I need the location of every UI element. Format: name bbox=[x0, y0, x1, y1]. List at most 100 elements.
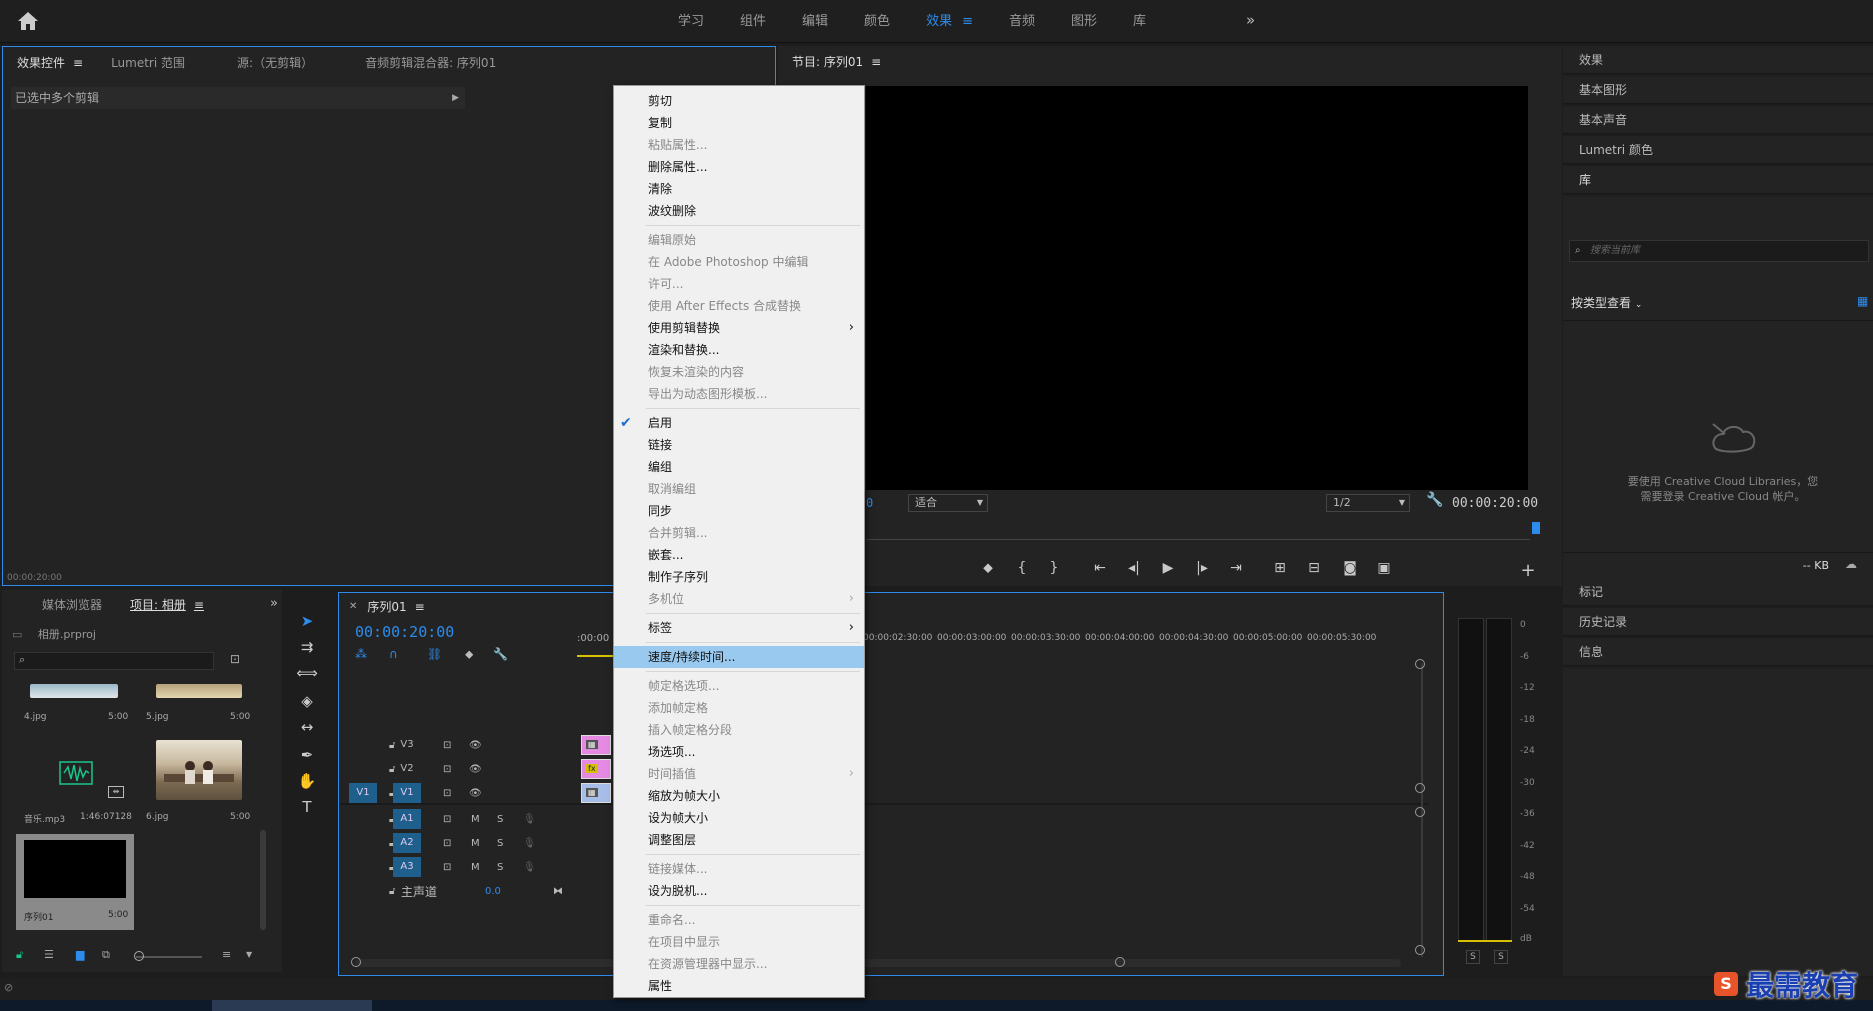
nest-icon[interactable]: ⁂ bbox=[355, 647, 367, 661]
program-time-ruler[interactable] bbox=[866, 524, 1530, 540]
zoom-slider[interactable] bbox=[136, 956, 202, 958]
selection-tool-icon[interactable]: ➤ bbox=[296, 610, 318, 632]
master-volume-value[interactable]: 0.0 bbox=[485, 886, 501, 897]
menu-item[interactable]: 删除属性... bbox=[614, 156, 864, 178]
resolution-select[interactable]: 1/2 ▼ bbox=[1326, 494, 1410, 512]
scroll-handle-icon[interactable] bbox=[351, 957, 361, 967]
add-marker-icon[interactable]: ⬥ bbox=[976, 560, 1000, 576]
extract-icon[interactable]: ⊟ bbox=[1302, 560, 1326, 576]
wrench-icon[interactable]: 🔧 bbox=[1426, 492, 1443, 508]
razor-tool-icon[interactable]: ◈ bbox=[296, 690, 318, 712]
scroll-handle-icon[interactable] bbox=[1415, 945, 1425, 955]
microphone-icon[interactable]: 🎙︎ bbox=[523, 814, 536, 825]
panel-menu-icon[interactable]: ≡ bbox=[73, 56, 83, 70]
thumbnail-6jpg[interactable] bbox=[156, 740, 242, 800]
go-to-end-icon[interactable]: ⧓ bbox=[553, 886, 563, 897]
sync-lock-icon[interactable]: ⊡ bbox=[443, 814, 451, 825]
close-icon[interactable]: ✕ bbox=[349, 601, 357, 612]
clip-v2[interactable]: fx bbox=[581, 759, 611, 779]
menu-item[interactable]: 场选项... bbox=[614, 741, 864, 763]
solo-button[interactable]: S bbox=[497, 838, 503, 849]
timeline-settings-icon[interactable]: 🔧 bbox=[493, 647, 508, 661]
scroll-handle-icon[interactable] bbox=[1415, 783, 1425, 793]
tab-source[interactable]: 源:（无剪辑） bbox=[223, 54, 327, 71]
slip-tool-icon[interactable]: ↔ bbox=[296, 716, 318, 738]
view-by-type-dropdown[interactable]: 按类型查看 ⌄ bbox=[1571, 294, 1642, 311]
mute-button[interactable]: M bbox=[471, 862, 480, 873]
workspace-tab[interactable]: 效果 ≡ bbox=[908, 0, 991, 43]
play-icon[interactable]: ▶ bbox=[1156, 560, 1180, 576]
workspace-tab[interactable]: 编辑 bbox=[784, 0, 846, 43]
sync-lock-icon[interactable]: ⊡ bbox=[443, 764, 451, 775]
menu-item[interactable]: 复制 bbox=[614, 112, 864, 134]
panel-menu-icon[interactable]: ≡ bbox=[871, 55, 881, 69]
menu-item[interactable]: 清除 bbox=[614, 178, 864, 200]
go-to-in-icon[interactable]: ⇤ bbox=[1088, 560, 1112, 576]
program-monitor-title[interactable]: 节目: 序列01 ≡ bbox=[778, 53, 895, 70]
panel-essential-sound[interactable]: 基本声音 bbox=[1563, 106, 1873, 134]
thumbnail-4jpg[interactable] bbox=[30, 684, 118, 698]
sync-lock-icon[interactable]: ⊡ bbox=[443, 838, 451, 849]
menu-item[interactable]: 属性 bbox=[614, 975, 864, 997]
microphone-icon[interactable]: 🎙︎ bbox=[523, 838, 536, 849]
eye-icon[interactable]: 👁︎ bbox=[469, 740, 482, 751]
track-label-a1[interactable]: A1 bbox=[393, 809, 421, 829]
grid-view-icon[interactable]: ▦ bbox=[1857, 294, 1868, 308]
panel-markers[interactable]: 标记 bbox=[1563, 578, 1873, 606]
home-icon[interactable] bbox=[16, 10, 40, 32]
list-view-icon[interactable]: ☰ bbox=[44, 948, 54, 961]
menu-item[interactable]: 链接 bbox=[614, 434, 864, 456]
track-select-tool-icon[interactable]: ⇉ bbox=[296, 636, 318, 658]
library-search-input[interactable]: ⌕ 搜索当前库 bbox=[1569, 240, 1869, 262]
menu-item[interactable]: 波纹删除 bbox=[614, 200, 864, 222]
ripple-edit-tool-icon[interactable]: ⟺ bbox=[296, 662, 318, 684]
panel-libraries[interactable]: 库 bbox=[1563, 166, 1873, 194]
workspace-tab[interactable]: 组件 bbox=[722, 0, 784, 43]
workspace-tab[interactable]: 学习 bbox=[660, 0, 722, 43]
menu-item[interactable]: 剪切 bbox=[614, 90, 864, 112]
tab-project[interactable]: 项目: 相册 ≡ bbox=[116, 596, 218, 613]
timeline-horizontal-scrollbar[interactable] bbox=[355, 959, 1401, 967]
solo-button[interactable]: S bbox=[497, 814, 503, 825]
track-label-v1[interactable]: V1 bbox=[393, 783, 421, 803]
timeline-timecode[interactable]: 00:00:20:00 bbox=[355, 623, 454, 641]
comparison-view-icon[interactable]: ▣ bbox=[1372, 560, 1396, 576]
step-forward-icon[interactable]: |▸ bbox=[1190, 560, 1214, 576]
panel-effects[interactable]: 效果 bbox=[1563, 46, 1873, 74]
type-tool-icon[interactable]: T bbox=[296, 796, 318, 818]
workspace-menu-icon[interactable]: ≡ bbox=[962, 0, 973, 43]
panel-info[interactable]: 信息 bbox=[1563, 638, 1873, 666]
mute-button[interactable]: M bbox=[471, 814, 480, 825]
tab-lumetri-scopes[interactable]: Lumetri 范围 bbox=[97, 54, 199, 71]
thumbnail-5jpg[interactable] bbox=[156, 684, 242, 698]
workspace-tab[interactable]: 颜色 bbox=[846, 0, 908, 43]
track-label-a3[interactable]: A3 bbox=[393, 857, 421, 877]
menu-item[interactable]: 缩放为帧大小 bbox=[614, 785, 864, 807]
panel-history[interactable]: 历史记录 bbox=[1563, 608, 1873, 636]
zoom-slider-handle[interactable] bbox=[134, 951, 144, 961]
chevron-down-icon[interactable]: ▼ bbox=[246, 950, 252, 959]
pen-tool-icon[interactable]: ✒ bbox=[296, 744, 318, 766]
sync-lock-icon[interactable]: ⊡ bbox=[443, 862, 451, 873]
project-search-input[interactable]: ⌕ bbox=[14, 652, 214, 670]
menu-item[interactable]: 速度/持续时间... bbox=[614, 646, 864, 668]
zoom-select[interactable]: 适合 ▼ bbox=[908, 494, 988, 512]
menu-item[interactable]: ✔ 启用 bbox=[614, 412, 864, 434]
sync-lock-icon[interactable]: ⊡ bbox=[443, 788, 451, 799]
menu-item[interactable]: 制作子序列 bbox=[614, 566, 864, 588]
linked-selection-icon[interactable]: ⛓ bbox=[427, 647, 442, 661]
mark-out-icon[interactable]: } bbox=[1042, 560, 1066, 576]
menu-item[interactable]: 标签 › bbox=[614, 617, 864, 639]
eye-icon[interactable]: 👁︎ bbox=[469, 764, 482, 775]
workspace-overflow-button[interactable]: » bbox=[1246, 11, 1255, 29]
go-to-out-icon[interactable]: ⇥ bbox=[1224, 560, 1248, 576]
panel-menu-icon[interactable]: ≡ bbox=[194, 598, 204, 612]
workspace-tab[interactable]: 音频 bbox=[991, 0, 1053, 43]
menu-item[interactable]: 同步 bbox=[614, 500, 864, 522]
taskbar-app-button[interactable] bbox=[212, 1000, 372, 1011]
menu-item[interactable]: 编组 bbox=[614, 456, 864, 478]
cloud-sync-icon[interactable]: ☁ bbox=[1845, 557, 1857, 571]
thumbnail-music[interactable] bbox=[42, 750, 112, 796]
source-patch-v1[interactable]: V1 bbox=[349, 783, 377, 803]
menu-item[interactable]: 调整图层 bbox=[614, 829, 864, 851]
